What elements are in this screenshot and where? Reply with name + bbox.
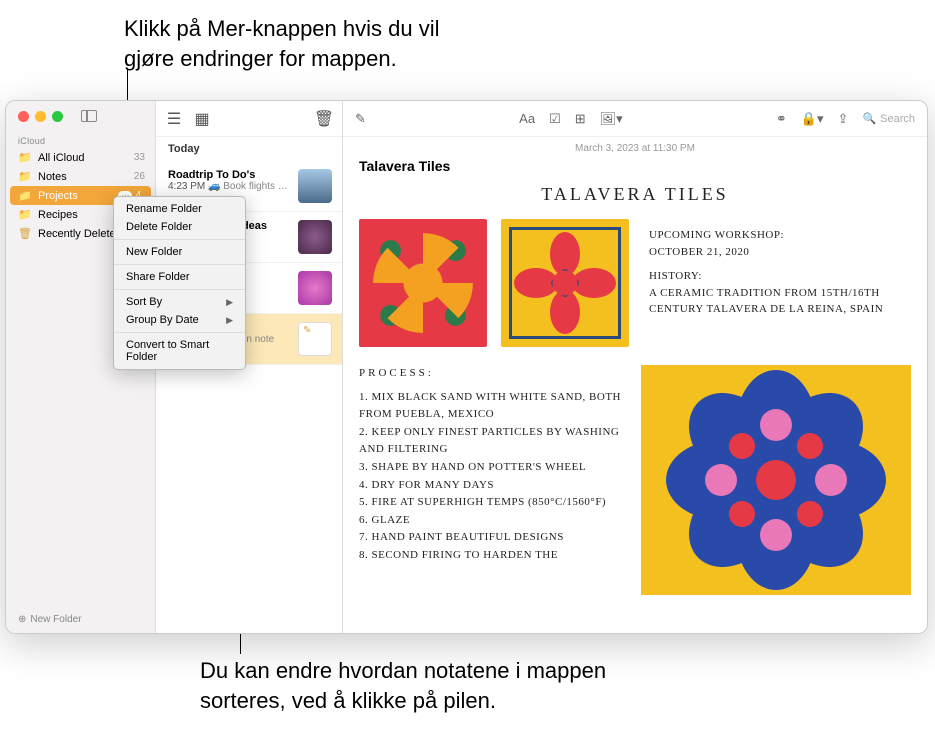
note-main-title: Talavera Tiles [343, 156, 927, 184]
note-subtitle: 4:23 PM 🚙 Book flights 🏨... [168, 181, 292, 192]
menu-new-folder[interactable]: New Folder [114, 243, 245, 261]
minimize-window-button[interactable] [35, 111, 46, 122]
list-view-icon[interactable]: ☰ [166, 112, 182, 126]
fullscreen-window-button[interactable] [52, 111, 63, 122]
tile-image-yellow [501, 219, 629, 347]
sidebar-item-all-icloud[interactable]: 📁 All iCloud 33 [6, 148, 155, 167]
sidebar-item-count: 33 [134, 152, 145, 163]
note-thumbnail [298, 271, 332, 305]
sidebar-item-notes[interactable]: 📁 Notes 26 [6, 167, 155, 186]
tile-image-large-flower [641, 365, 911, 595]
search-icon: 🔍 [862, 112, 876, 125]
new-folder-label: New Folder [30, 614, 81, 625]
menu-share-folder[interactable]: Share Folder [114, 268, 245, 286]
sidebar-toggle-icon[interactable] [81, 110, 97, 122]
checklist-icon[interactable]: ☑ [549, 111, 561, 127]
share-icon[interactable]: ⇪ [838, 111, 849, 127]
menu-convert-smart-folder[interactable]: Convert to Smart Folder [114, 336, 245, 366]
folder-icon: 📁 [18, 151, 32, 164]
handwritten-title: TALAVERA TILES [359, 184, 911, 205]
search-input[interactable]: 🔍 Search [862, 112, 915, 125]
trash-icon[interactable]: 🗑 [316, 112, 332, 126]
callout-top: Klikk på Mer-knappen hvis du vil gjøre e… [124, 14, 464, 73]
note-content[interactable]: TALAVERA TILES UPCOMING WORKSHOP: OCTOBE… [343, 184, 927, 633]
format-text-icon[interactable]: Aa [519, 111, 535, 126]
menu-separator [114, 264, 245, 265]
trash-icon: 🗑 [18, 227, 32, 240]
note-thumbnail [298, 322, 332, 356]
note-thumbnail [298, 220, 332, 254]
table-icon[interactable]: ⊞ [575, 111, 586, 127]
chevron-right-icon: ▶ [226, 315, 233, 326]
callout-bottom: Du kan endre hvordan notatene i mappen s… [200, 656, 630, 715]
sidebar-item-label: All iCloud [38, 152, 134, 164]
menu-separator [114, 332, 245, 333]
link-icon[interactable]: ⚭ [776, 111, 787, 127]
menu-group-by-date[interactable]: Group By Date▶ [114, 311, 245, 329]
menu-delete-folder[interactable]: Delete Folder [114, 218, 245, 236]
note-thumbnail [298, 169, 332, 203]
sidebar-section-header: iCloud [6, 130, 155, 148]
chevron-right-icon: ▶ [226, 297, 233, 308]
list-date-header: Today [156, 137, 342, 161]
tile-image-orange [359, 219, 487, 347]
media-icon[interactable]: 🖼▾ [600, 111, 623, 127]
editor-toolbar: ✎ Aa ☑ ⊞ 🖼▾ ⚭ 🔒▾ ⇪ 🔍 Search [343, 101, 927, 137]
compose-icon[interactable]: ✎ [355, 111, 366, 127]
folder-icon: 📁 [18, 189, 32, 202]
menu-separator [114, 289, 245, 290]
note-editor: ✎ Aa ☑ ⊞ 🖼▾ ⚭ 🔒▾ ⇪ 🔍 Search March 3, 202… [343, 101, 927, 633]
search-placeholder: Search [880, 113, 915, 125]
new-folder-button[interactable]: ⊕ New Folder [6, 606, 155, 633]
folder-context-menu: Rename Folder Delete Folder New Folder S… [113, 196, 246, 370]
info-text: UPCOMING WORKSHOP: OCTOBER 21, 2020 HIST… [649, 219, 911, 347]
lock-icon[interactable]: 🔒▾ [801, 111, 824, 127]
grid-view-icon[interactable]: ▦ [194, 112, 210, 126]
sidebar-item-label: Notes [38, 171, 134, 183]
note-title: Roadtrip To Do's [168, 169, 292, 181]
folder-icon: 📁 [18, 170, 32, 183]
sidebar-item-label: Projects [38, 190, 118, 202]
note-date: March 3, 2023 at 11:30 PM [343, 137, 927, 156]
menu-separator [114, 239, 245, 240]
sidebar-item-count: 26 [134, 171, 145, 182]
list-toolbar: ☰ ▦ 🗑 [156, 101, 342, 137]
menu-rename-folder[interactable]: Rename Folder [114, 200, 245, 218]
menu-sort-by[interactable]: Sort By▶ [114, 293, 245, 311]
process-text: PROCESS: 1. MIX BLACK SAND WITH WHITE SA… [359, 365, 621, 595]
plus-circle-icon: ⊕ [18, 614, 26, 625]
folder-icon: 📁 [18, 208, 32, 221]
close-window-button[interactable] [18, 111, 29, 122]
